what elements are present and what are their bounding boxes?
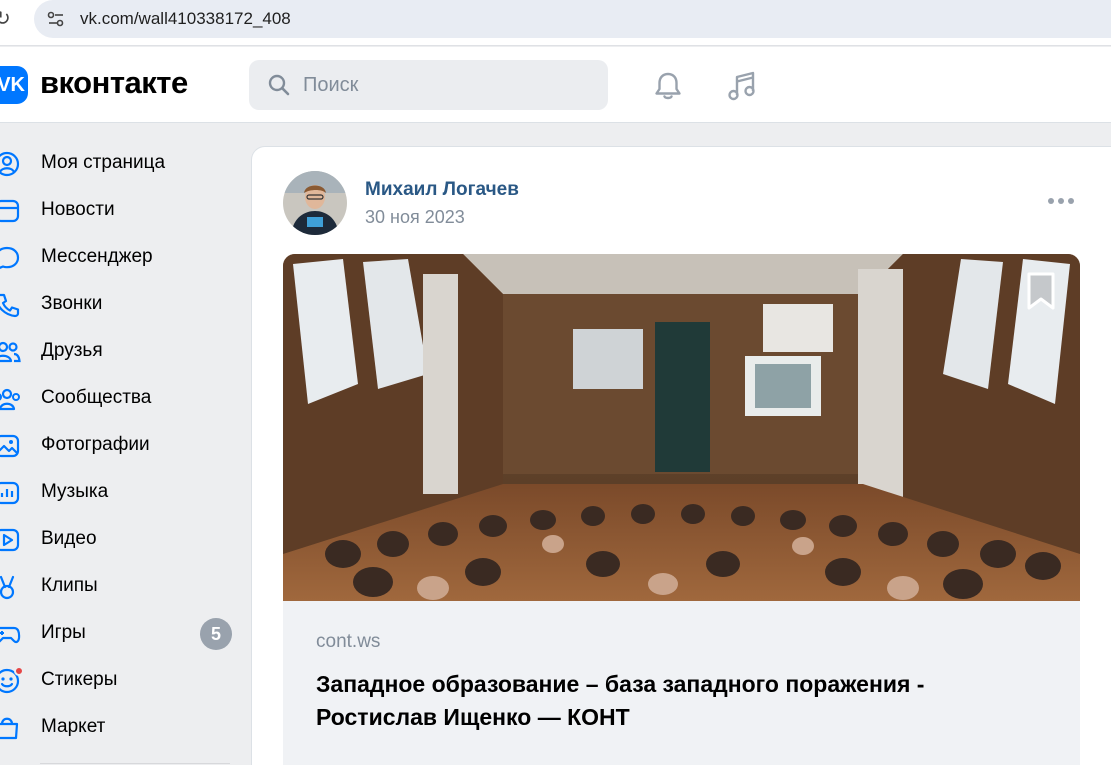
music-icon [0,481,20,505]
search-input[interactable] [303,60,593,110]
notifications-button[interactable] [648,66,688,106]
search-box[interactable] [249,60,608,110]
nav-item-calls[interactable]: Звонки [0,281,240,328]
link-snippet[interactable]: cont.ws Западное образование – база запа… [283,254,1080,765]
nav-label: Маркет [41,716,106,737]
games-counter-badge: 5 [200,618,232,650]
bookmark-icon[interactable] [1023,270,1059,312]
nav-label: Видео [41,528,97,549]
site-info-icon[interactable] [46,9,66,29]
left-menu: Моя страница Новости Мессенджер Звонки Д… [0,140,240,751]
nav-item-video[interactable]: Видео [0,516,240,563]
nav-label: Стикеры [41,669,118,690]
video-icon [0,528,20,552]
author-avatar[interactable] [283,171,347,235]
link-title[interactable]: Западное образование – база западного по… [316,668,1036,734]
browser-toolbar: ↻ vk.com/wall410338172_408 [0,0,1111,46]
post-author-name[interactable]: Михаил Логачев [365,179,519,201]
nav-label: Сообщества [41,387,152,408]
friends-icon [0,341,21,363]
nav-item-my-page[interactable]: Моя страница [0,140,240,187]
nav-label: Игры [41,622,86,643]
nav-label: Клипы [41,575,98,596]
messenger-icon [0,246,20,269]
profile-icon [0,151,20,177]
vk-logo-icon[interactable]: VK [0,66,28,104]
new-stickers-dot [14,666,24,676]
logo-wordmark[interactable]: вконтакте [40,65,188,101]
nav-item-clips[interactable]: Клипы [0,563,240,610]
lecture-hall-photo[interactable] [283,254,1080,601]
market-icon [0,717,19,740]
nav-label: Фотографии [41,434,150,455]
phone-icon [0,293,20,318]
nav-label: Друзья [41,340,103,361]
communities-icon [0,388,20,411]
link-domain: cont.ws [316,631,381,652]
clips-icon [0,575,15,600]
photos-icon [0,434,20,458]
nav-label: Музыка [41,481,109,502]
nav-item-messenger[interactable]: Мессенджер [0,234,240,281]
nav-item-music[interactable]: Музыка [0,469,240,516]
news-icon [0,199,20,223]
nav-item-stickers[interactable]: Стикеры [0,657,240,704]
wall-post: Михаил Логачев 30 ноя 2023 cont.ws Запад… [251,146,1111,765]
address-bar[interactable]: vk.com/wall410338172_408 [34,0,1111,38]
music-player-button[interactable] [722,66,762,106]
reload-icon[interactable]: ↻ [0,6,11,31]
nav-label: Новости [41,199,115,220]
nav-item-photos[interactable]: Фотографии [0,422,240,469]
more-options-icon[interactable] [1046,191,1076,211]
music-note-icon [728,71,755,101]
nav-label: Звонки [41,293,103,314]
nav-label: Мессенджер [41,246,153,267]
url-text[interactable]: vk.com/wall410338172_408 [80,9,291,29]
games-icon [0,626,21,644]
nav-item-games[interactable]: Игры 5 [0,610,240,657]
bell-icon [655,72,681,100]
nav-label: Моя страница [41,152,166,173]
menu-divider [40,763,230,764]
site-header: VK вконтакте [0,47,1111,123]
nav-item-market[interactable]: Маркет [0,704,240,751]
nav-item-news[interactable]: Новости [0,187,240,234]
nav-item-communities[interactable]: Сообщества [0,375,240,422]
nav-item-friends[interactable]: Друзья [0,328,240,375]
post-date[interactable]: 30 ноя 2023 [365,207,465,228]
search-icon [268,74,290,96]
